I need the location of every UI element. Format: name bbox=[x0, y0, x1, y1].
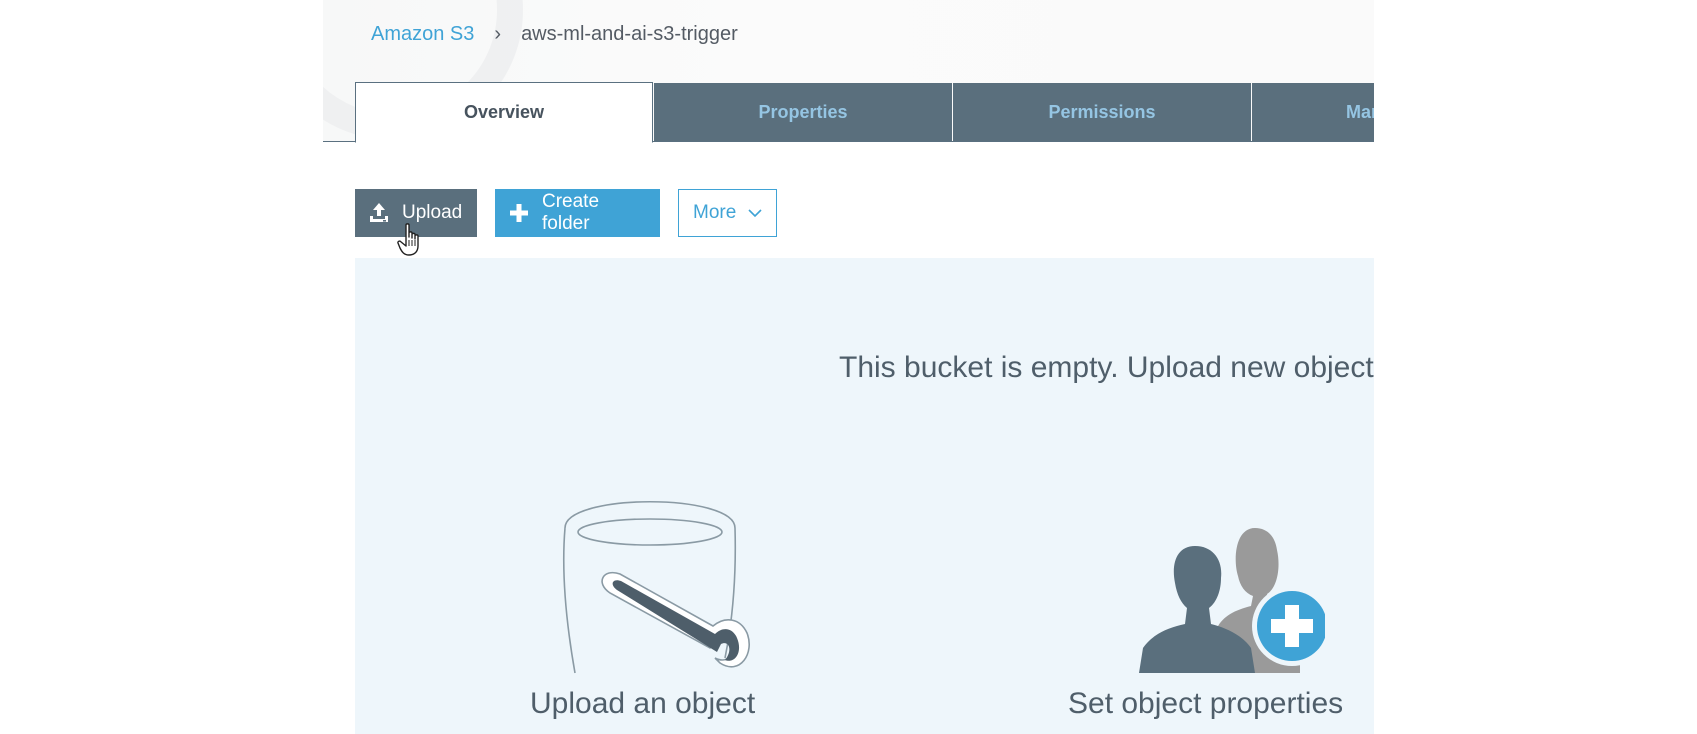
upload-object-card-title[interactable]: Upload an object bbox=[530, 687, 755, 721]
create-folder-button[interactable]: Create folder bbox=[495, 189, 660, 237]
more-dropdown-button[interactable]: More bbox=[678, 189, 777, 237]
tab-permissions-label: Permissions bbox=[1048, 101, 1156, 122]
hand-cursor-icon bbox=[397, 222, 425, 258]
empty-bucket-panel: This bucket is empty. Upload new objects… bbox=[355, 258, 1374, 734]
tab-properties[interactable]: Properties bbox=[654, 83, 952, 141]
console-viewport: Amazon S3 › aws-ml-and-ai-s3-trigger Ove… bbox=[323, 0, 1374, 734]
chevron-down-icon bbox=[748, 208, 762, 218]
tab-properties-label: Properties bbox=[758, 101, 848, 122]
add-user-icon bbox=[1105, 498, 1332, 678]
set-object-properties-card-title[interactable]: Set object properties bbox=[1068, 687, 1343, 721]
empty-bucket-message: This bucket is empty. Upload new objects bbox=[839, 351, 1374, 384]
breadcrumb-separator-icon: › bbox=[494, 22, 502, 45]
breadcrumb: Amazon S3 › aws-ml-and-ai-s3-trigger bbox=[371, 22, 738, 46]
bucket-tabs: Overview Properties Permissions Manageme… bbox=[323, 82, 1374, 143]
upload-icon bbox=[367, 201, 391, 225]
tab-permissions[interactable]: Permissions bbox=[953, 83, 1251, 141]
more-button-label: More bbox=[693, 202, 737, 223]
upload-button-label: Upload bbox=[402, 202, 463, 223]
tab-overview-label: Overview bbox=[463, 102, 545, 122]
create-folder-label: Create folder bbox=[542, 191, 600, 234]
breadcrumb-amazon-s3-link[interactable]: Amazon S3 bbox=[371, 23, 474, 46]
tab-management-label: Management bbox=[1345, 101, 1374, 122]
tab-overview[interactable]: Overview bbox=[355, 82, 653, 143]
tab-management[interactable]: Management bbox=[1252, 83, 1374, 141]
s3-console-page: Amazon S3 › aws-ml-and-ai-s3-trigger Ove… bbox=[0, 0, 1697, 734]
breadcrumb-current-bucket: aws-ml-and-ai-s3-trigger bbox=[521, 22, 738, 45]
plus-icon bbox=[507, 201, 531, 225]
bucket-icon bbox=[535, 498, 755, 678]
